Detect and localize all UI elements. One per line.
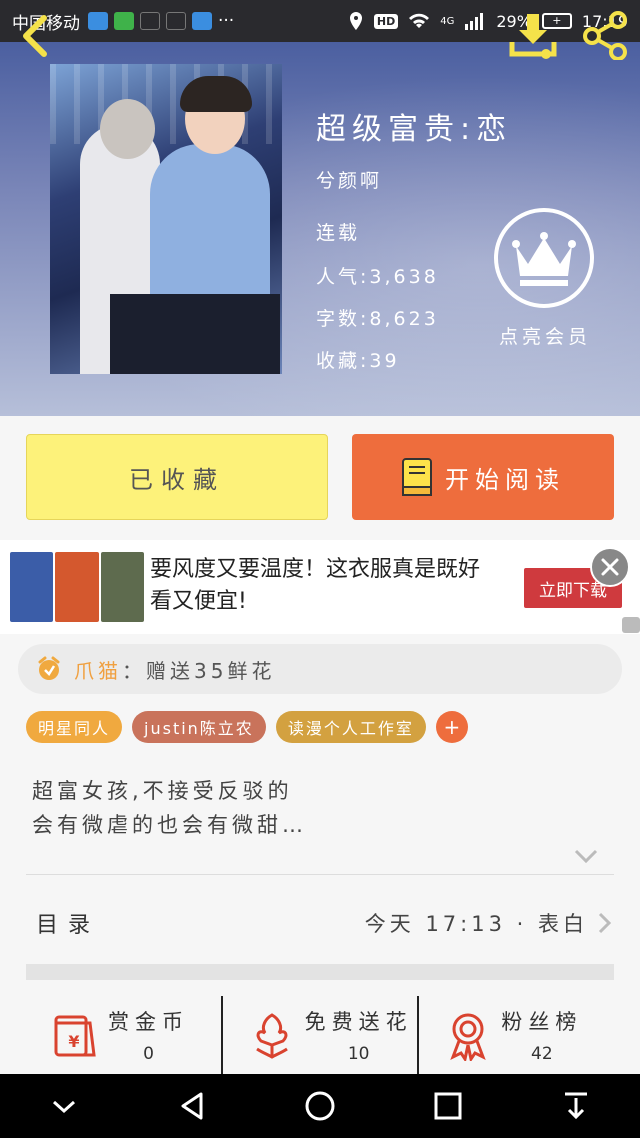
iqiyi-icon <box>114 12 134 30</box>
medal-icon <box>450 1013 487 1061</box>
ad-close-icon[interactable] <box>590 547 630 587</box>
vip-label[interactable]: 点亮会员 <box>490 322 600 349</box>
download-icon[interactable] <box>508 10 558 60</box>
android-nav-bar <box>0 1074 640 1138</box>
stat-label: 免费送花 <box>304 1010 413 1034</box>
gold-coin-icon: ¥ <box>54 1015 96 1057</box>
back-nav-icon[interactable] <box>170 1084 214 1128</box>
flower-icon <box>255 1013 288 1059</box>
gift-message: ：赠送35鲜花 <box>122 658 276 683</box>
hd-badge: HD <box>373 13 399 29</box>
table-of-contents-row[interactable]: 目录 今天 17:13 · 表白 <box>26 896 614 950</box>
wifi-hotspot-icon <box>88 12 108 30</box>
book-cover-image <box>50 64 282 374</box>
gold-coin-stat[interactable]: ¥ 赏金币 0 <box>26 996 221 1074</box>
notification-icons: ··· <box>88 11 234 31</box>
book-title: 超级富贵:恋 <box>316 112 513 147</box>
stat-label: 粉丝榜 <box>501 1010 583 1034</box>
word-count: 字数:8,623 <box>316 308 439 330</box>
ad-marker-icon <box>622 617 640 633</box>
app-notification-icon <box>140 12 160 30</box>
stat-value: 42 <box>531 1044 553 1064</box>
chevron-down-icon[interactable] <box>572 846 600 866</box>
latest-chapter: 今天 17:13 · 表白 <box>364 912 588 936</box>
ad-jacket-blue <box>10 552 54 622</box>
recents-nav-icon[interactable] <box>426 1084 470 1128</box>
book-status: 连载 <box>316 222 361 244</box>
toc-label: 目录 <box>36 913 101 938</box>
notification-pull-icon[interactable] <box>554 1084 598 1128</box>
stat-label: 赏金币 <box>108 1010 189 1034</box>
book-icon <box>402 458 432 496</box>
more-notifications: ··· <box>218 11 235 31</box>
bell-icon <box>38 656 60 680</box>
tag-chip[interactable]: 读漫个人工作室 <box>275 711 426 743</box>
ad-text: 要风度又要温度！这衣服真是既好看又便宜! <box>150 557 481 614</box>
book-author[interactable]: 兮颜啊 <box>316 166 382 193</box>
stats-row: ¥ 赏金币 0 免费送花 10 粉丝榜 42 <box>26 996 614 1074</box>
svg-text:¥: ¥ <box>68 1032 79 1051</box>
gift-user[interactable]: 爪猫 <box>74 655 122 684</box>
free-flower-stat[interactable]: 免费送花 10 <box>220 996 418 1074</box>
location-icon <box>349 12 362 30</box>
chevron-right-icon <box>598 912 612 934</box>
ad-image <box>10 552 144 622</box>
home-nav-icon[interactable] <box>298 1084 342 1128</box>
fan-ranking-stat[interactable]: 粉丝榜 42 <box>417 996 614 1074</box>
gift-ticker: 爪猫 ：赠送35鲜花 <box>18 644 622 694</box>
app-notification-icon <box>166 12 186 30</box>
popularity-count: 人气:3,638 <box>316 266 439 288</box>
start-reading-button[interactable]: 开始阅读 <box>352 434 614 520</box>
tag-chip[interactable]: justin陈立农 <box>132 711 266 743</box>
tag-list: 明星同人 justin陈立农 读漫个人工作室 + <box>26 710 468 744</box>
share-icon[interactable] <box>580 10 630 60</box>
book-synopsis: 超富女孩,不接受反驳的 会有微虐的也会有微甜… <box>32 779 307 837</box>
add-tag-button[interactable]: + <box>435 711 468 743</box>
signal-icon <box>465 13 484 30</box>
stat-value: 0 <box>143 1044 154 1064</box>
stat-value: 10 <box>347 1044 370 1064</box>
back-button[interactable] <box>16 12 52 60</box>
tag-chip[interactable]: 明星同人 <box>26 711 123 743</box>
hide-nav-icon[interactable] <box>42 1084 86 1128</box>
ad-banner[interactable]: 要风度又要温度！这衣服真是既好看又便宜! 立即下载 <box>0 540 640 634</box>
ad-jacket-green <box>100 552 144 622</box>
wifi-icon <box>409 13 430 28</box>
section-divider <box>26 964 614 980</box>
network-type: 4G <box>440 15 455 27</box>
ad-jacket-orange <box>55 552 99 622</box>
favorites-count: 收藏:39 <box>316 350 400 372</box>
wifi-hotspot-icon <box>192 12 212 30</box>
start-reading-label: 开始阅读 <box>445 465 565 494</box>
collected-button[interactable]: 已收藏 <box>26 434 328 520</box>
vip-crown-icon[interactable] <box>492 206 596 310</box>
divider <box>26 874 614 875</box>
